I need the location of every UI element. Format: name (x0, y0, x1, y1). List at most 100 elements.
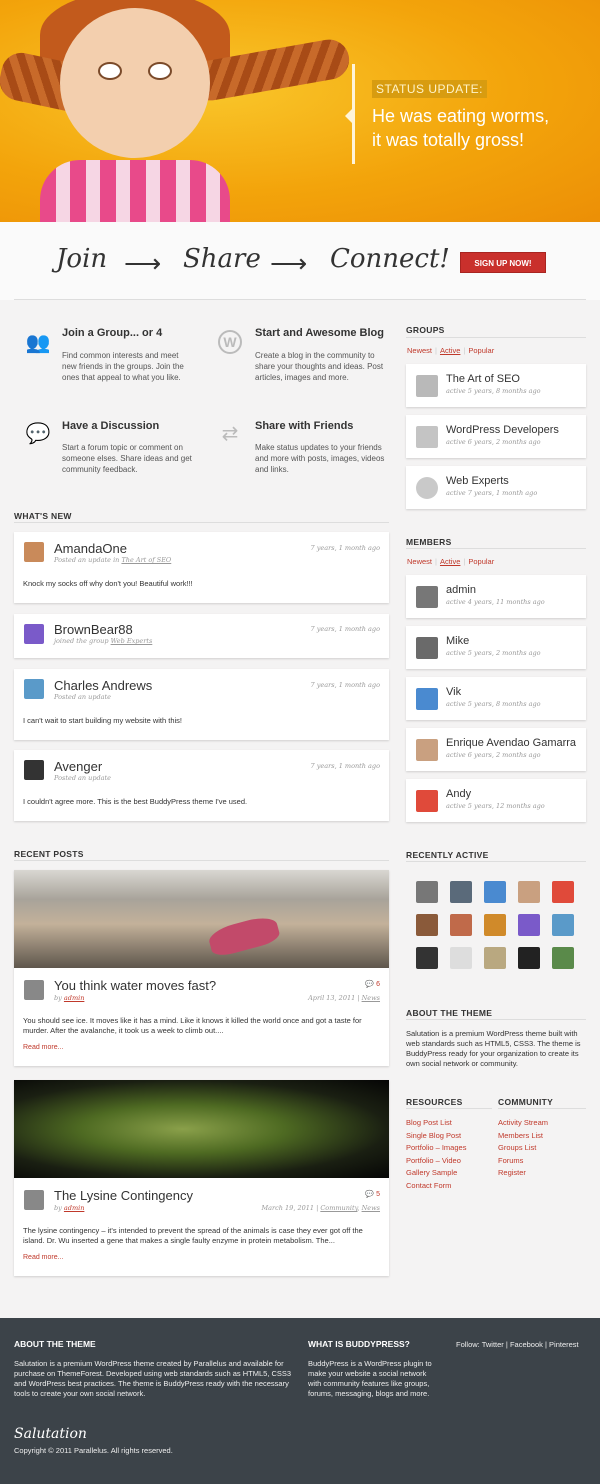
avatar[interactable] (518, 914, 540, 936)
member-name[interactable]: Mike (446, 635, 469, 647)
avatar[interactable] (24, 542, 44, 562)
tab-newest[interactable]: Newest (407, 346, 432, 355)
resource-link[interactable]: Portfolio – Video (406, 1155, 466, 1168)
group-avatar[interactable] (416, 375, 438, 397)
avatar[interactable] (416, 881, 438, 903)
category-link[interactable]: Community (320, 1204, 357, 1212)
footer-about-text: Salutation is a premium WordPress theme … (14, 1359, 292, 1398)
group-name[interactable]: Web Experts (446, 475, 509, 487)
member-item[interactable]: Vik active 5 years, 8 months ago (406, 677, 586, 720)
activity-user[interactable]: Charles Andrews (54, 678, 152, 693)
author-link[interactable]: admin (64, 1204, 84, 1212)
tab-popular[interactable]: Popular (468, 346, 494, 355)
tab-active[interactable]: Active (440, 346, 460, 355)
category-link[interactable]: News (362, 994, 380, 1002)
avatar[interactable] (416, 914, 438, 936)
member-name[interactable]: admin (446, 584, 476, 596)
activity-user[interactable]: BrownBear88 (54, 622, 133, 637)
tab-active[interactable]: Active (440, 557, 460, 566)
group-item[interactable]: The Art of SEO active 5 years, 8 months … (406, 364, 586, 407)
group-name[interactable]: The Art of SEO (446, 373, 520, 385)
member-name[interactable]: Vik (446, 686, 461, 698)
hero-photo-eye (98, 62, 122, 80)
tab-newest[interactable]: Newest (407, 557, 432, 566)
avatar[interactable] (552, 947, 574, 969)
group-name[interactable]: WordPress Developers (446, 424, 559, 436)
community-link[interactable]: Register (498, 1167, 548, 1180)
community-link[interactable]: Members List (498, 1130, 548, 1143)
member-name[interactable]: Enrique Avendao Gamarra (446, 737, 576, 749)
avatar[interactable] (518, 881, 540, 903)
avatar[interactable] (416, 947, 438, 969)
post-author: by admin (54, 1204, 85, 1212)
group-item[interactable]: Web Experts active 7 years, 1 month ago (406, 466, 586, 509)
activity-time[interactable]: 7 years, 1 month ago (311, 625, 380, 633)
avatar[interactable] (24, 624, 44, 644)
group-link[interactable]: Web Experts (111, 637, 153, 645)
post-card: The Lysine Contingency by admin 💬 5 Marc… (14, 1080, 389, 1276)
tab-popular[interactable]: Popular (468, 557, 494, 566)
resource-link[interactable]: Single Blog Post (406, 1130, 466, 1143)
comment-count[interactable]: 💬 6 (365, 980, 380, 988)
read-more-link[interactable]: Read more... (23, 1254, 63, 1261)
member-item[interactable]: Mike active 5 years, 2 months ago (406, 626, 586, 669)
group-avatar[interactable] (416, 426, 438, 448)
member-avatar[interactable] (416, 739, 438, 761)
read-more-link[interactable]: Read more... (23, 1044, 63, 1051)
avatar[interactable] (450, 947, 472, 969)
group-item[interactable]: WordPress Developers active 6 years, 2 m… (406, 415, 586, 458)
twitter-link[interactable]: Twitter (482, 1340, 504, 1349)
avatar[interactable] (484, 947, 506, 969)
community-link[interactable]: Forums (498, 1155, 548, 1168)
resource-link[interactable]: Contact Form (406, 1180, 466, 1193)
signup-button[interactable]: SIGN UP NOW! (460, 252, 546, 273)
activity-time[interactable]: 7 years, 1 month ago (311, 762, 380, 770)
community-link[interactable]: Groups List (498, 1142, 548, 1155)
avatar[interactable] (484, 881, 506, 903)
post-title[interactable]: The Lysine Contingency (54, 1188, 193, 1203)
avatar[interactable] (484, 914, 506, 936)
member-avatar[interactable] (416, 637, 438, 659)
footer-logo[interactable]: Salutation (14, 1426, 87, 1442)
member-item[interactable]: Enrique Avendao Gamarra active 6 years, … (406, 728, 586, 771)
category-link[interactable]: News (362, 1204, 380, 1212)
member-avatar[interactable] (416, 586, 438, 608)
community-link[interactable]: Activity Stream (498, 1117, 548, 1130)
avatar[interactable] (518, 947, 540, 969)
group-meta: active 7 years, 1 month ago (446, 489, 538, 497)
activity-time[interactable]: 7 years, 1 month ago (311, 544, 380, 552)
member-avatar[interactable] (416, 688, 438, 710)
post-excerpt: The lysine contingency – it's intended t… (23, 1226, 363, 1245)
post-title[interactable]: You think water moves fast? (54, 978, 216, 993)
facebook-link[interactable]: Facebook (510, 1340, 543, 1349)
resource-link[interactable]: Portfolio – Images (406, 1142, 466, 1155)
group-icon: 👥 (25, 332, 51, 354)
member-name[interactable]: Andy (446, 788, 471, 800)
member-avatar[interactable] (416, 790, 438, 812)
group-link[interactable]: The Art of SEO (121, 556, 171, 564)
author-link[interactable]: admin (64, 994, 84, 1002)
avatar[interactable] (552, 914, 574, 936)
avatar[interactable] (552, 881, 574, 903)
avatar[interactable] (24, 1190, 44, 1210)
avatar[interactable] (24, 679, 44, 699)
member-item[interactable]: admin active 4 years, 11 months ago (406, 575, 586, 618)
pinterest-link[interactable]: Pinterest (549, 1340, 579, 1349)
post-image-starfish[interactable] (14, 870, 389, 968)
copyright: Copyright © 2011 Parallelus. All rights … (14, 1446, 173, 1455)
resource-link[interactable]: Gallery Sample (406, 1167, 466, 1180)
post-image-leaf[interactable] (14, 1080, 389, 1178)
comment-count[interactable]: 💬 5 (365, 1190, 380, 1198)
status-line-2: it was totally gross! (372, 130, 525, 150)
avatar[interactable] (24, 760, 44, 780)
activity-user[interactable]: Avenger (54, 759, 102, 774)
activity-user[interactable]: AmandaOne (54, 541, 127, 556)
avatar[interactable] (450, 881, 472, 903)
member-item[interactable]: Andy active 5 years, 12 months ago (406, 779, 586, 822)
comment-icon: 💬 (365, 981, 375, 988)
group-avatar[interactable] (416, 477, 438, 499)
avatar[interactable] (24, 980, 44, 1000)
activity-time[interactable]: 7 years, 1 month ago (311, 681, 380, 689)
resource-link[interactable]: Blog Post List (406, 1117, 466, 1130)
avatar[interactable] (450, 914, 472, 936)
